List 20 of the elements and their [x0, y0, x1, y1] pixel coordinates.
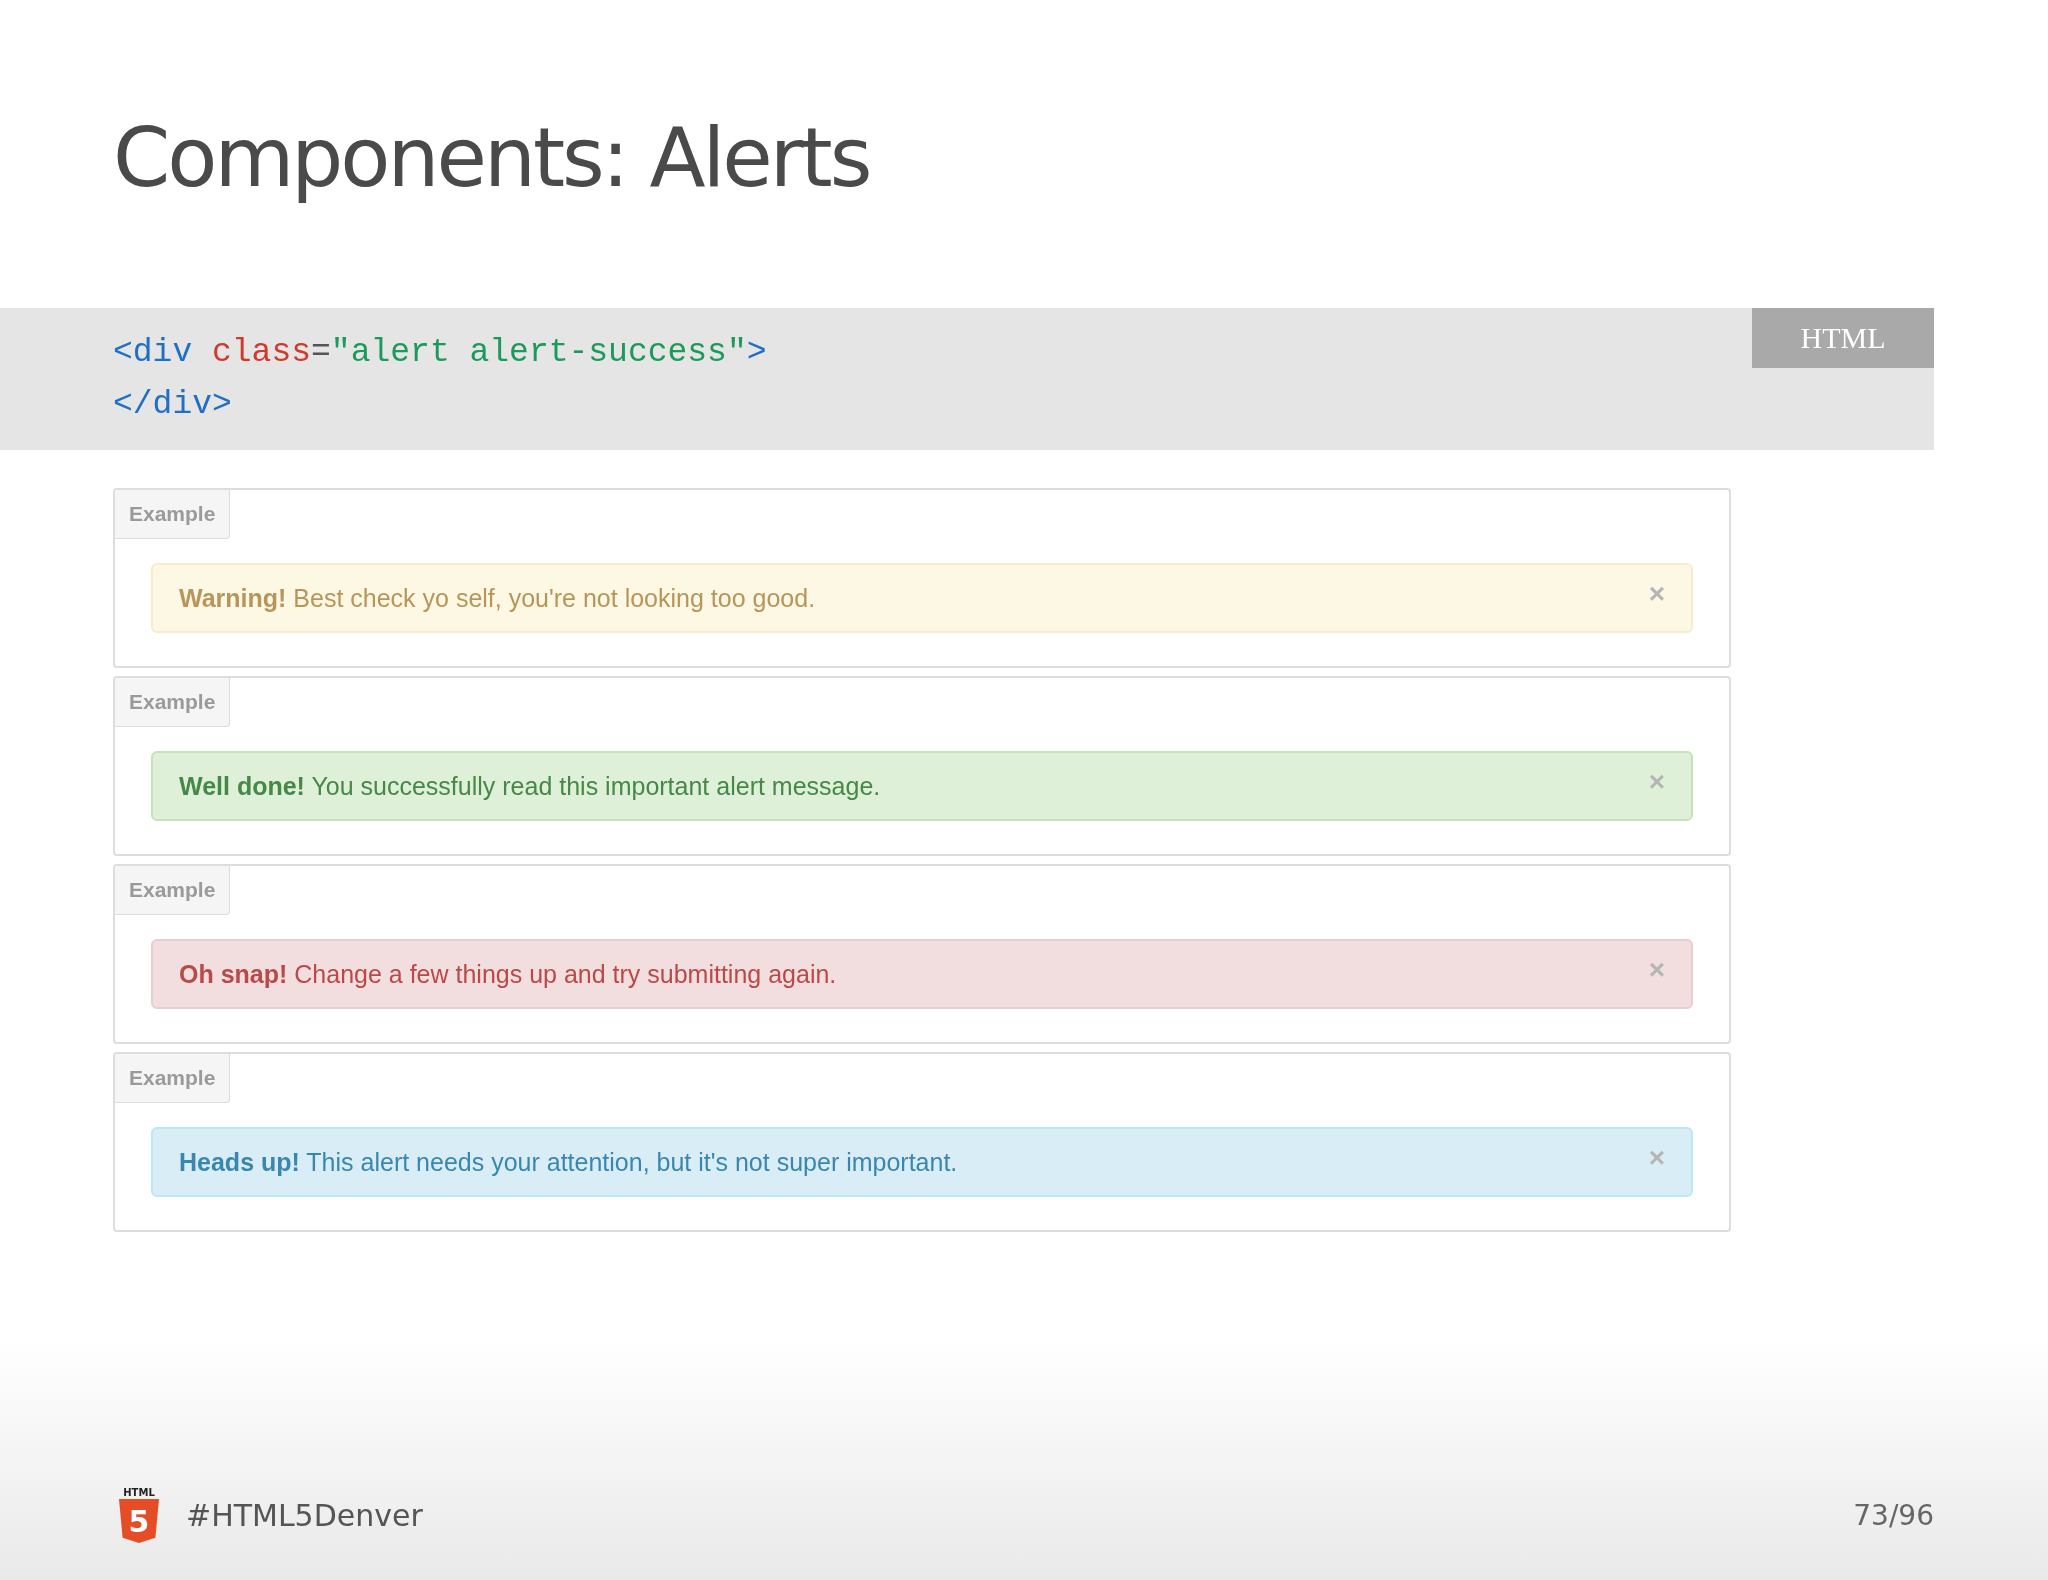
- slide-title: Components: Alerts: [113, 109, 871, 207]
- close-icon[interactable]: ×: [1648, 580, 1665, 608]
- code-line: </div>: [113, 385, 232, 425]
- shield-logo: 5: [119, 1499, 159, 1543]
- alert-message: Heads up! This alert needs your attention, but it's not super important.: [179, 1147, 958, 1177]
- code-line: <div class="alert alert-success">: [113, 333, 767, 373]
- close-icon[interactable]: ×: [1648, 768, 1665, 796]
- alert-message: Warning! Best check yo self, you're not looking too good.: [179, 583, 816, 613]
- example-label: Example: [115, 490, 231, 539]
- close-icon[interactable]: ×: [1648, 1144, 1665, 1172]
- hashtag: #HTML5Denver: [186, 1497, 423, 1533]
- logo-label: HTML: [123, 1487, 155, 1499]
- language-label: HTML: [1752, 308, 1934, 368]
- close-icon[interactable]: ×: [1648, 956, 1665, 984]
- alert-message: Well done! You successfully read this important alert message.: [179, 771, 881, 801]
- alert-message: Oh snap! Change a few things up and try submitting again.: [179, 959, 837, 989]
- example-label: Example: [115, 866, 231, 915]
- page-number: 73/96: [1853, 1498, 1934, 1532]
- example-label: Example: [115, 678, 231, 727]
- example-label: Example: [115, 1054, 231, 1103]
